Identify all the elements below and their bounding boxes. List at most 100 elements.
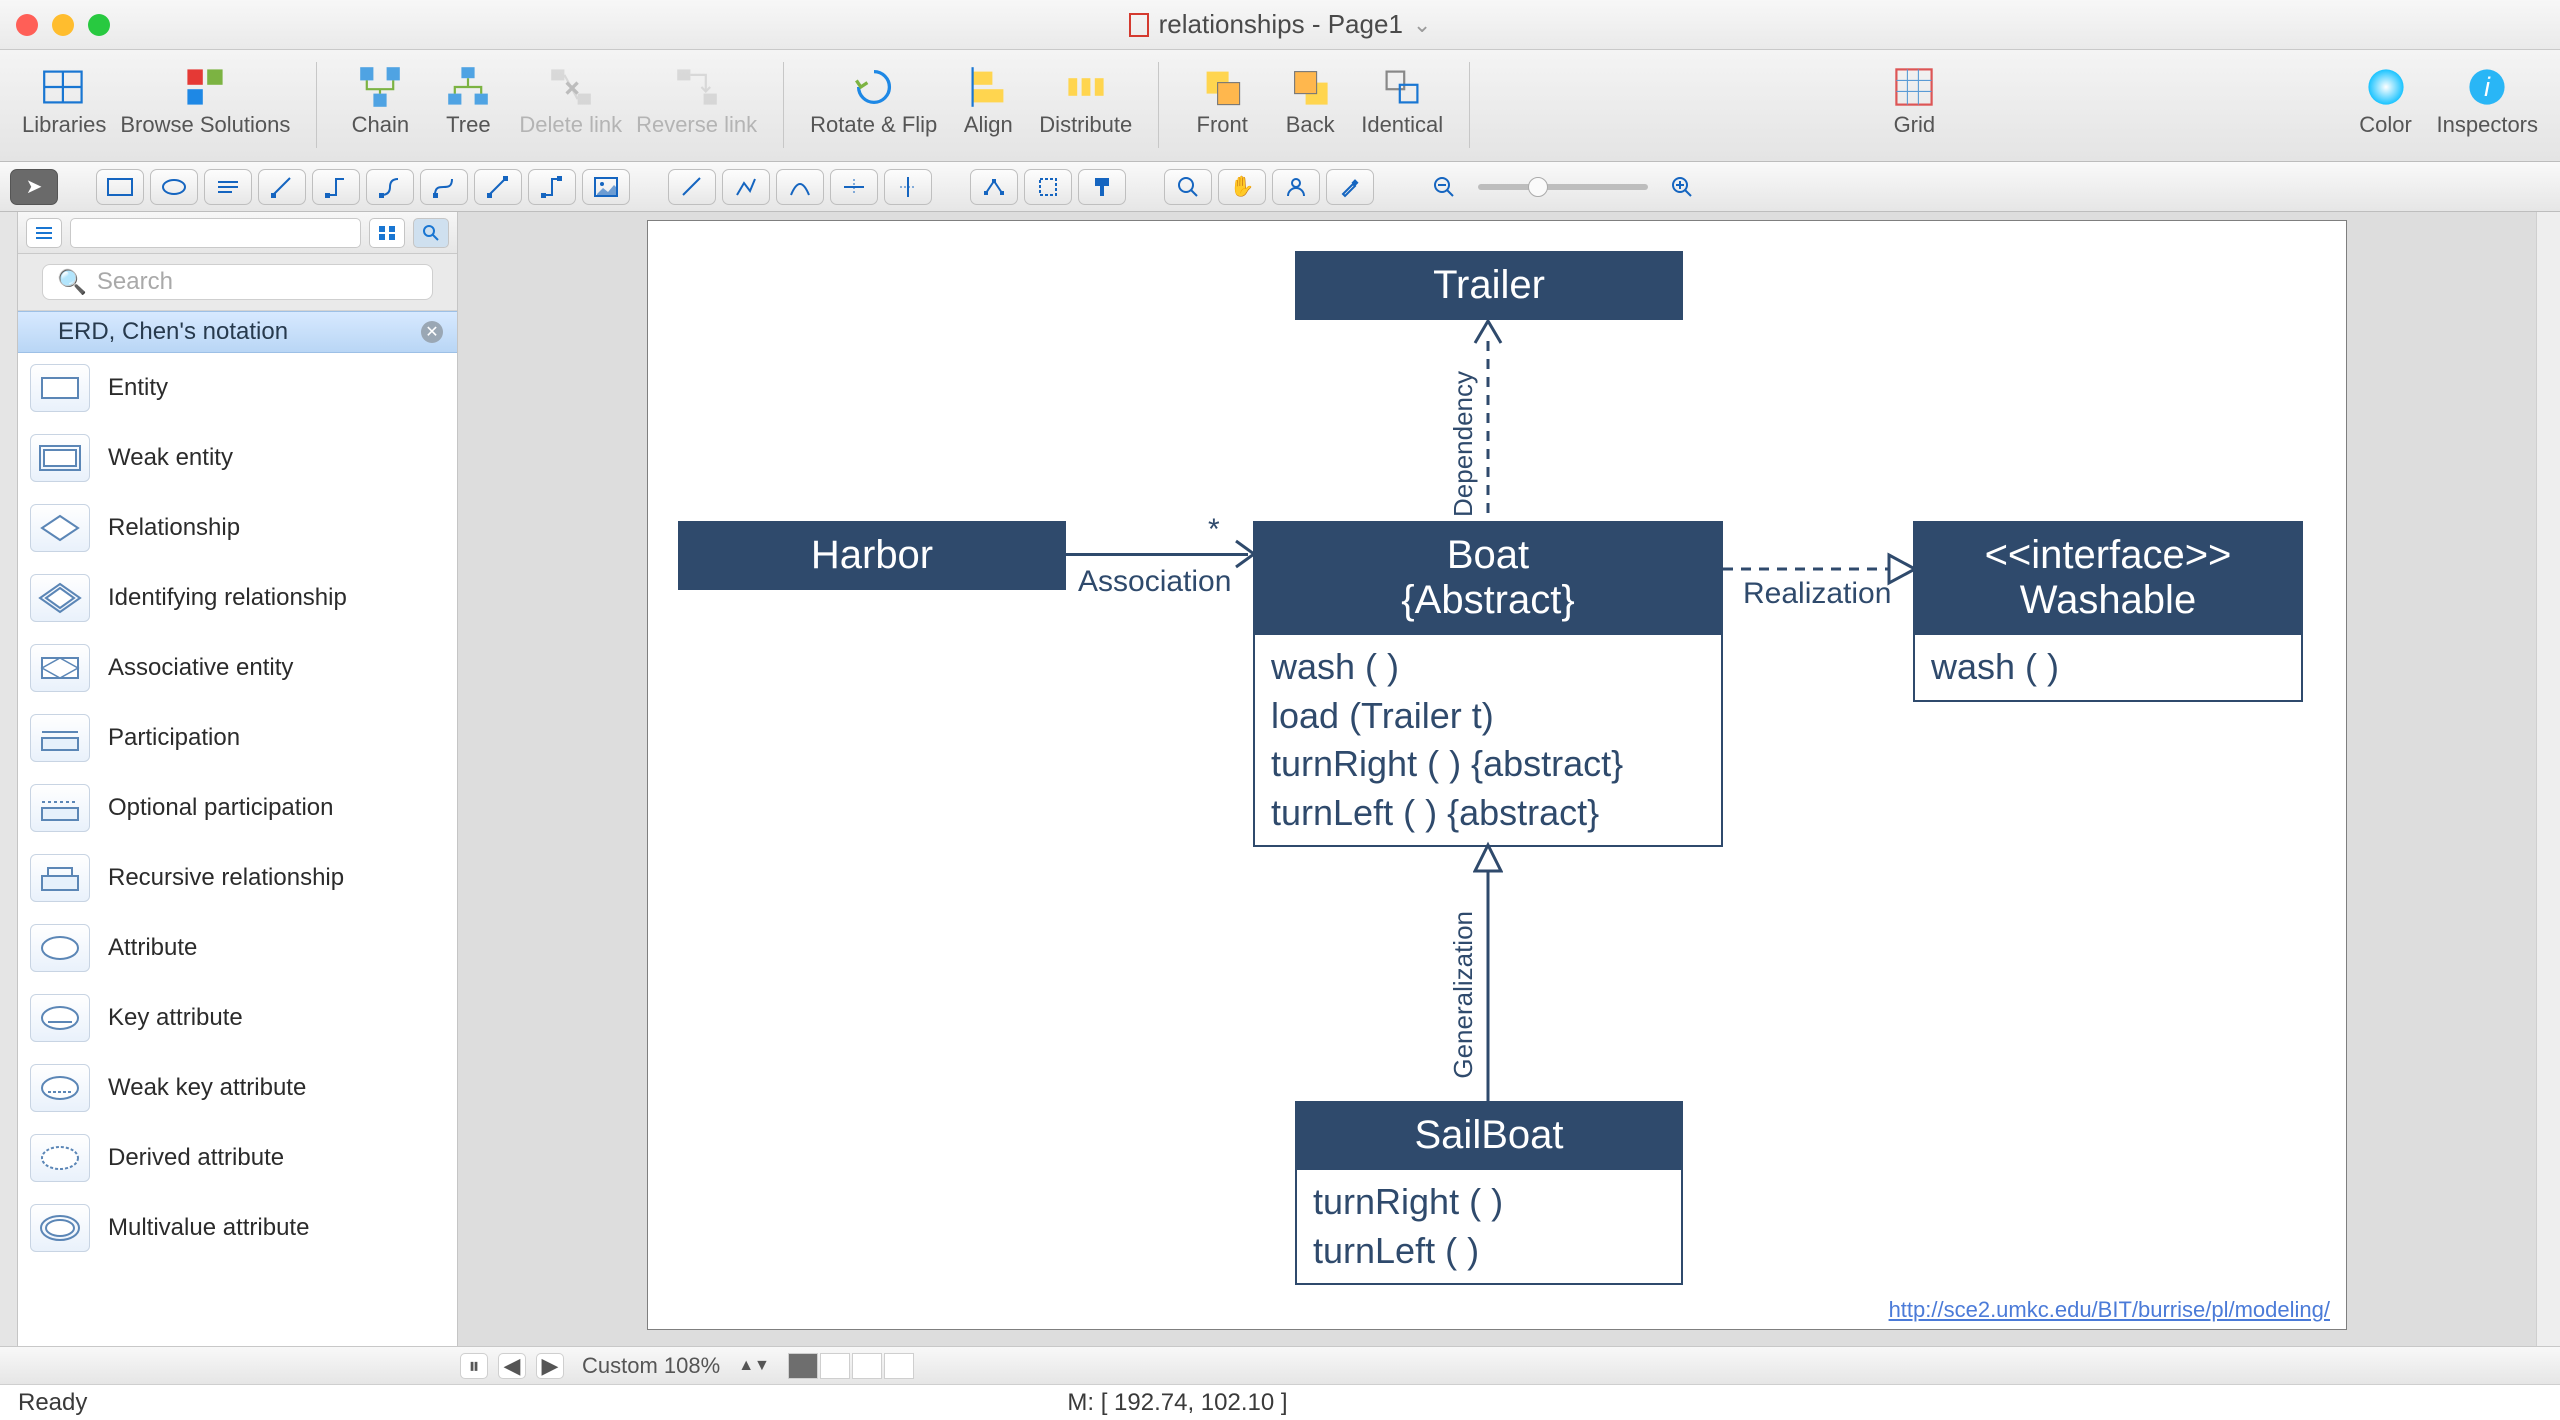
text-tool[interactable] bbox=[204, 169, 252, 205]
shape-list: EntityWeak entityRelationshipIdentifying… bbox=[18, 353, 457, 1346]
zoom-in-button[interactable] bbox=[1658, 169, 1706, 205]
page-tab-2[interactable] bbox=[820, 1353, 850, 1379]
hand-tool[interactable]: ✋ bbox=[1218, 169, 1266, 205]
libraries-icon bbox=[36, 62, 92, 112]
connector-6-tool[interactable] bbox=[528, 169, 576, 205]
ellipse-tool[interactable] bbox=[150, 169, 198, 205]
front-button[interactable]: Front bbox=[1185, 56, 1259, 138]
polyline-tool[interactable] bbox=[722, 169, 770, 205]
footer-source-link[interactable]: http://sce2.umkc.edu/BIT/burrise/pl/mode… bbox=[1889, 1297, 2330, 1323]
category-close-icon[interactable]: ✕ bbox=[421, 321, 443, 343]
page-prev-button[interactable]: ◀ bbox=[498, 1353, 526, 1379]
zoom-readout[interactable]: Custom 108% bbox=[574, 1353, 728, 1379]
connector-1-tool[interactable] bbox=[258, 169, 306, 205]
minimize-window-button[interactable] bbox=[52, 14, 74, 36]
library-category-header[interactable]: ERD, Chen's notation ✕ bbox=[18, 311, 457, 353]
zoom-window-button[interactable] bbox=[88, 14, 110, 36]
rotate-icon bbox=[846, 62, 902, 112]
uml-sailboat[interactable]: SailBoat turnRight ( )turnLeft ( ) bbox=[1295, 1101, 1683, 1285]
connector-3-tool[interactable] bbox=[366, 169, 414, 205]
shape-thumb-icon bbox=[30, 364, 90, 412]
shape-label: Participation bbox=[108, 724, 240, 752]
tree-icon bbox=[440, 62, 496, 112]
page-tab-1[interactable] bbox=[788, 1353, 818, 1379]
label-association: Association bbox=[1078, 565, 1231, 599]
pointer-tool[interactable]: ➤ bbox=[10, 169, 58, 205]
shape-item[interactable]: Multivalue attribute bbox=[18, 1193, 457, 1263]
curve-tool[interactable] bbox=[776, 169, 824, 205]
distribute-button[interactable]: Distribute bbox=[1039, 56, 1132, 138]
grid-icon bbox=[1886, 62, 1942, 112]
image-tool[interactable] bbox=[582, 169, 630, 205]
eyedropper-tool[interactable] bbox=[1326, 169, 1374, 205]
crop-tool[interactable] bbox=[1024, 169, 1072, 205]
grid-button[interactable]: Grid bbox=[1877, 56, 1951, 138]
person-tool[interactable] bbox=[1272, 169, 1320, 205]
shape-item[interactable]: Identifying relationship bbox=[18, 563, 457, 633]
back-button[interactable]: Back bbox=[1273, 56, 1347, 138]
line-tool[interactable] bbox=[668, 169, 716, 205]
zoom-tool[interactable] bbox=[1164, 169, 1212, 205]
shape-item[interactable]: Optional participation bbox=[18, 773, 457, 843]
panel-mode-search[interactable] bbox=[413, 218, 449, 248]
shape-item[interactable]: Weak key attribute bbox=[18, 1053, 457, 1123]
browse-solutions-button[interactable]: Browse Solutions bbox=[120, 56, 290, 138]
uml-trailer[interactable]: Trailer bbox=[1295, 251, 1683, 320]
search-icon: 🔍 bbox=[57, 268, 87, 297]
uml-boat[interactable]: Boat {Abstract} wash ( )load (Trailer t)… bbox=[1253, 521, 1723, 847]
panel-mode-grid[interactable] bbox=[369, 218, 405, 248]
page-next-button[interactable]: ▶ bbox=[536, 1353, 564, 1379]
uml-sailboat-operations: turnRight ( )turnLeft ( ) bbox=[1297, 1168, 1681, 1283]
delete-link-button[interactable]: Delete link bbox=[519, 56, 622, 138]
shape-item[interactable]: Relationship bbox=[18, 493, 457, 563]
uml-sailboat-title: SailBoat bbox=[1297, 1103, 1681, 1168]
canvas-scroll[interactable]: Trailer Harbor Boat {Abstract} wash ( )l… bbox=[458, 212, 2536, 1346]
pages-pause-icon[interactable]: ⏸ bbox=[460, 1353, 488, 1379]
rotate-flip-button[interactable]: Rotate & Flip bbox=[810, 56, 937, 138]
zoom-slider-thumb[interactable] bbox=[1528, 177, 1548, 197]
zoom-slider[interactable] bbox=[1478, 184, 1648, 190]
link-association[interactable] bbox=[1066, 553, 1248, 556]
uml-washable[interactable]: <<interface>> Washable wash ( ) bbox=[1913, 521, 2303, 702]
edit-points-tool[interactable] bbox=[970, 169, 1018, 205]
page-tab-4[interactable] bbox=[884, 1353, 914, 1379]
identical-button[interactable]: Identical bbox=[1361, 56, 1443, 138]
shape-item[interactable]: Weak entity bbox=[18, 423, 457, 493]
connector-4-tool[interactable] bbox=[420, 169, 468, 205]
shape-item[interactable]: Attribute bbox=[18, 913, 457, 983]
vguide-tool[interactable] bbox=[884, 169, 932, 205]
diagram-page[interactable]: Trailer Harbor Boat {Abstract} wash ( )l… bbox=[647, 220, 2347, 1330]
titlebar: relationships - Page1 ⌄ bbox=[0, 0, 2560, 50]
connector-5-tool[interactable] bbox=[474, 169, 522, 205]
connector-2-tool[interactable] bbox=[312, 169, 360, 205]
reverse-link-button[interactable]: Reverse link bbox=[636, 56, 757, 138]
zoom-slider-group bbox=[1420, 169, 1706, 205]
right-scroll-gutter[interactable] bbox=[2536, 212, 2560, 1346]
chevron-down-icon[interactable]: ⌄ bbox=[1413, 12, 1431, 38]
inspectors-button[interactable]: i Inspectors bbox=[2437, 56, 2539, 138]
zoom-out-button[interactable] bbox=[1420, 169, 1468, 205]
shape-item[interactable]: Entity bbox=[18, 353, 457, 423]
zoom-stepper-icon[interactable]: ▲▼ bbox=[738, 1357, 770, 1375]
shape-item[interactable]: Participation bbox=[18, 703, 457, 773]
color-button[interactable]: Color bbox=[2349, 56, 2423, 138]
shape-item[interactable]: Associative entity bbox=[18, 633, 457, 703]
align-button[interactable]: Align bbox=[951, 56, 1025, 138]
uml-harbor[interactable]: Harbor bbox=[678, 521, 1066, 590]
shape-item[interactable]: Key attribute bbox=[18, 983, 457, 1053]
close-window-button[interactable] bbox=[16, 14, 38, 36]
format-painter-tool[interactable] bbox=[1078, 169, 1126, 205]
rect-tool[interactable] bbox=[96, 169, 144, 205]
shape-thumb-icon bbox=[30, 434, 90, 482]
panel-header-input[interactable] bbox=[70, 218, 361, 248]
library-search-input[interactable]: 🔍 Search bbox=[42, 264, 433, 300]
browse-icon bbox=[177, 62, 233, 112]
shape-item[interactable]: Recursive relationship bbox=[18, 843, 457, 913]
shape-item[interactable]: Derived attribute bbox=[18, 1123, 457, 1193]
panel-mode-list[interactable] bbox=[26, 218, 62, 248]
chain-button[interactable]: Chain bbox=[343, 56, 417, 138]
tree-button[interactable]: Tree bbox=[431, 56, 505, 138]
hguide-tool[interactable] bbox=[830, 169, 878, 205]
page-tab-3[interactable] bbox=[852, 1353, 882, 1379]
libraries-button[interactable]: Libraries bbox=[22, 56, 106, 138]
